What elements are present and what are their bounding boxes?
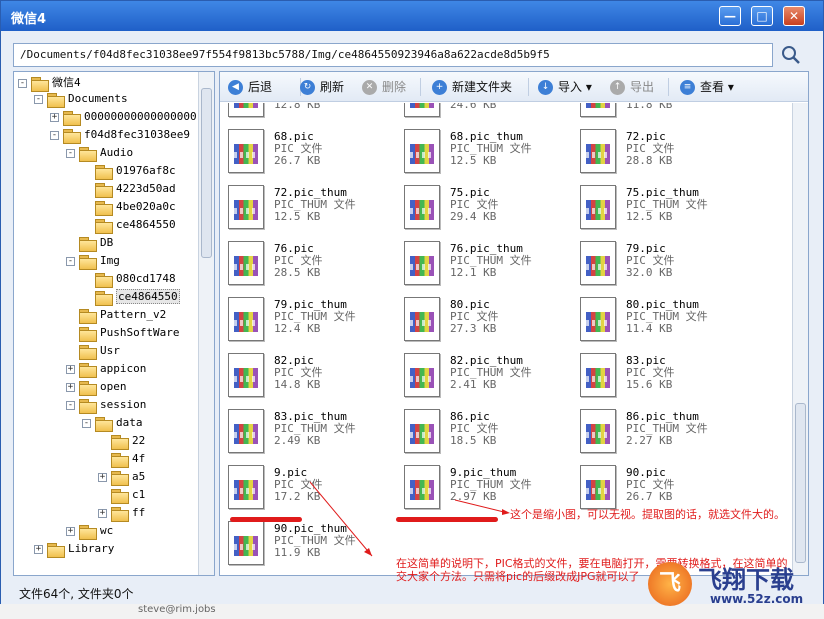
- arrow-annotations: [309, 481, 510, 557]
- logo-name: 飞翔下载: [698, 566, 794, 594]
- site-logo: 飞 飞翔下载 www.52z.com: [648, 556, 818, 612]
- logo-url: www.52z.com: [710, 592, 804, 606]
- logo-mark: 飞: [648, 562, 692, 606]
- background-text: steve@rim.jobs: [138, 604, 216, 615]
- instructions-line-2: 交大家个方法。只需将pic的后缀改成JPG就可以了: [396, 570, 640, 583]
- thumb-note: 这个是缩小图，可以无视。提取图的话，就选文件大的。: [510, 508, 785, 521]
